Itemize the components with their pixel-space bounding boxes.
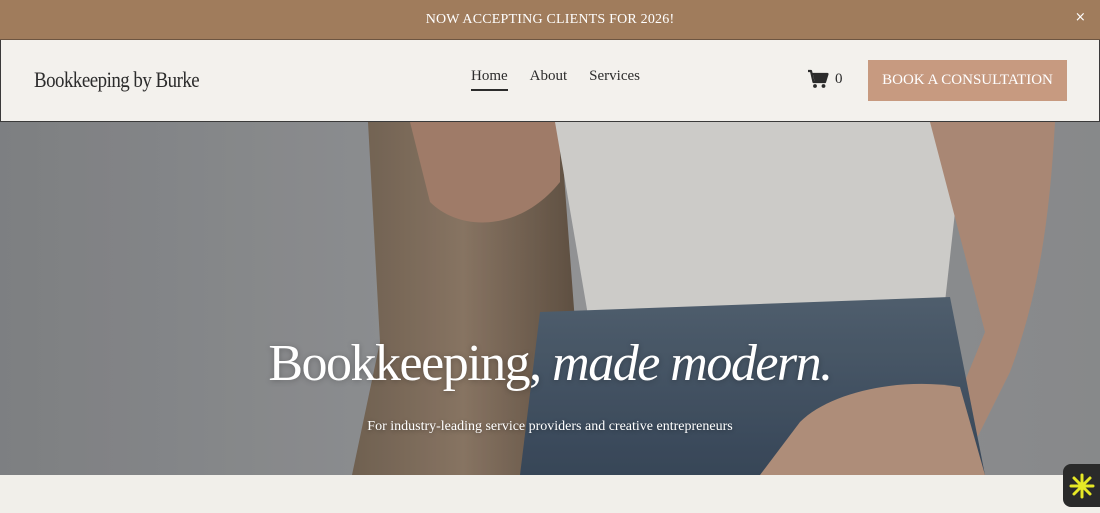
announcement-bar: NOW ACCEPTING CLIENTS FOR 2026! × [0,0,1100,40]
next-section [0,475,1100,513]
announcement-text: NOW ACCEPTING CLIENTS FOR 2026! [425,11,675,27]
cart-button[interactable]: 0 [807,69,843,89]
hero-title-plain: Bookkeeping, [268,335,542,392]
nav-item-home[interactable]: Home [471,68,508,91]
floating-widget-button[interactable] [1063,464,1100,507]
close-icon[interactable]: × [1075,10,1086,25]
site-logo[interactable]: Bookkeeping by Burke [34,67,200,93]
book-consultation-button[interactable]: BOOK A CONSULTATION [868,60,1067,101]
sparkle-icon [1069,473,1094,498]
hero-title: Bookkeeping, made modern. [0,334,1100,393]
cart-icon [808,69,829,88]
hero-section: Bookkeeping, made modern. For industry-l… [0,122,1100,475]
site-header: Bookkeeping by Burke Home About Services… [0,40,1100,122]
nav-item-services[interactable]: Services [589,68,640,91]
cart-count: 0 [835,70,843,87]
nav-item-about[interactable]: About [530,68,568,91]
hero-title-italic: made modern. [552,335,833,392]
main-nav: Home About Services [471,68,662,91]
hero-subtitle: For industry-leading service providers a… [367,419,733,434]
